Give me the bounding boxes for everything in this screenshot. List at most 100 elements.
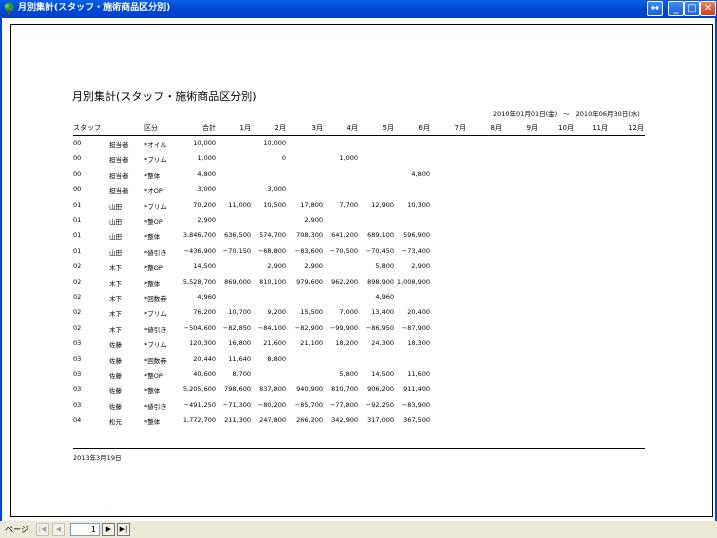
- table-cell: 01: [73, 200, 82, 209]
- table-row: 01 山田 *整体 3,846,700 636,500 574,700 708,300 641…: [11, 231, 711, 243]
- table-cell: 木下: [109, 325, 122, 334]
- table-row: 03 佐藤 *整OP 40,600 8,700 5,800 14,500 11,600: [11, 370, 711, 382]
- table-cell: *整体: [144, 418, 161, 427]
- last-page-button[interactable]: ▶|: [117, 523, 130, 536]
- table-cell: 02: [73, 262, 82, 271]
- column-header: 9月: [526, 124, 538, 132]
- table-cell: 木下: [109, 310, 122, 319]
- table-cell: 00: [73, 139, 82, 147]
- table-cell: 佐藤: [109, 387, 122, 396]
- table-cell: −73,400: [401, 246, 430, 255]
- table-cell: 04: [73, 416, 82, 425]
- page-label: ページ: [5, 525, 29, 534]
- table-cell: *整体: [144, 171, 161, 180]
- table-cell: −83,900: [401, 400, 430, 409]
- table-cell: 4,800: [411, 169, 430, 178]
- column-header: 3月: [311, 124, 323, 132]
- table-cell: 01: [73, 246, 82, 255]
- window-titlebar[interactable]: 月別集計(スタッフ・施術商品区分別) ↔ _ □ ✕: [0, 0, 717, 18]
- table-cell: 03: [73, 339, 82, 348]
- table-cell: 4,800: [197, 169, 216, 178]
- page-number-input[interactable]: 1: [70, 523, 100, 536]
- table-cell: 佐藤: [109, 356, 122, 365]
- table-cell: 00: [73, 154, 82, 163]
- table-cell: 木下: [109, 264, 122, 273]
- table-cell: *オイル: [144, 141, 167, 149]
- date-range: 2010年01月01日(金) 〜 2010年06月30日(水): [493, 108, 646, 118]
- table-cell: 01: [73, 231, 82, 240]
- maximize-button[interactable]: □: [684, 1, 700, 16]
- table-cell: 松元: [109, 418, 122, 427]
- table-cell: 担当者: [109, 171, 129, 180]
- table-cell: 8,700: [232, 370, 251, 378]
- print-date: 2013年3月19日: [73, 454, 122, 462]
- table-cell: −87,900: [401, 323, 430, 332]
- table-cell: 2,900: [304, 262, 323, 271]
- table-row: 00 担当者 *オイル 10,000 10,000: [11, 139, 711, 151]
- date-to: 2010年06月30日(水): [575, 110, 640, 118]
- table-cell: 木下: [109, 279, 122, 288]
- column-header: スタッフ: [73, 124, 101, 132]
- table-cell: 佐藤: [109, 341, 122, 350]
- table-cell: 03: [73, 354, 82, 363]
- table-cell: 2,900: [304, 216, 323, 224]
- table-cell: *ブリム: [144, 310, 167, 319]
- column-header: 合計: [202, 124, 216, 132]
- table-cell: 3,000: [267, 185, 286, 194]
- table-cell: 佐藤: [109, 402, 122, 411]
- table-cell: 367,500: [403, 416, 430, 425]
- table-cell: 10,000: [263, 139, 286, 147]
- first-page-button[interactable]: |◀: [36, 523, 49, 536]
- table-cell: 3,000: [197, 185, 216, 194]
- table-cell: 2,900: [411, 262, 430, 271]
- table-row: 03 佐藤 *回数券 20,440 11,640 8,800: [11, 355, 711, 367]
- table-cell: *ブリム: [144, 202, 167, 211]
- table-cell: 10,000: [193, 139, 216, 147]
- table-cell: 1,008,900: [396, 277, 430, 286]
- footer-rule: [73, 448, 645, 449]
- table-cell: 担当者: [109, 187, 129, 196]
- table-row: 02 木下 *整体 5,528,700 869,000 810,100 979,600 962…: [11, 278, 711, 290]
- table-cell: *整OP: [144, 372, 163, 380]
- table-cell: *回数券: [144, 356, 167, 365]
- table-cell: 02: [73, 308, 82, 317]
- report-viewer[interactable]: 月別集計(スタッフ・施術商品区分別) 2010年01月01日(金) 〜 2010年0…: [0, 18, 717, 521]
- table-cell: 0: [281, 154, 286, 163]
- table-cell: *ブリム: [144, 156, 167, 165]
- tree-app-icon: [4, 2, 14, 15]
- table-row: 02 木下 *値引き −504,600 −82,850 −84,100 −82,900 −99…: [11, 324, 711, 336]
- table-cell: 03: [73, 385, 82, 394]
- restore-size-button[interactable]: ↔: [647, 1, 663, 16]
- table-cell: 1,000: [197, 154, 216, 163]
- page-navigation-bar: ページ |◀ ◀ 1 ▶ ▶|: [0, 521, 717, 538]
- prev-page-button[interactable]: ◀: [52, 523, 65, 536]
- table-cell: 911,400: [403, 385, 430, 394]
- table-cell: 8,800: [267, 354, 286, 363]
- table-cell: 18,300: [407, 339, 430, 348]
- column-header: 2月: [274, 124, 286, 132]
- table-cell: *整体: [144, 387, 161, 396]
- table-cell: *回数券: [144, 295, 167, 303]
- column-header: 5月: [382, 124, 394, 132]
- column-header: 区分: [144, 124, 158, 132]
- table-cell: 山田: [109, 248, 122, 257]
- table-row: 02 木下 *整OP 14,500 2,900 2,900 5,800 2,900: [11, 262, 711, 274]
- table-row: 03 佐藤 *整体 5,205,600 798,600 837,800 940,900 810…: [11, 385, 711, 397]
- report-title: 月別集計(スタッフ・施術商品区分別): [72, 90, 257, 103]
- table-row: 01 山田 *整OP 2,900 2,900: [11, 216, 711, 228]
- date-separator: 〜: [563, 110, 570, 118]
- table-cell: 20,400: [407, 308, 430, 317]
- table-cell: *値引き: [144, 402, 167, 411]
- report-sheet: 月別集計(スタッフ・施術商品区分別) 2010年01月01日(金) 〜 2010年0…: [10, 24, 713, 517]
- table-cell: 木下: [109, 295, 122, 303]
- table-cell: 02: [73, 323, 82, 332]
- table-cell: 2,900: [197, 216, 216, 224]
- next-page-button[interactable]: ▶: [102, 523, 115, 536]
- table-cell: 14,500: [193, 262, 216, 271]
- table-cell: 03: [73, 370, 82, 378]
- close-button[interactable]: ✕: [700, 1, 716, 16]
- table-cell: *値引き: [144, 325, 167, 334]
- table-cell: 1,000: [339, 154, 358, 163]
- table-cell: *値引き: [144, 248, 167, 257]
- minimize-button[interactable]: _: [668, 1, 684, 16]
